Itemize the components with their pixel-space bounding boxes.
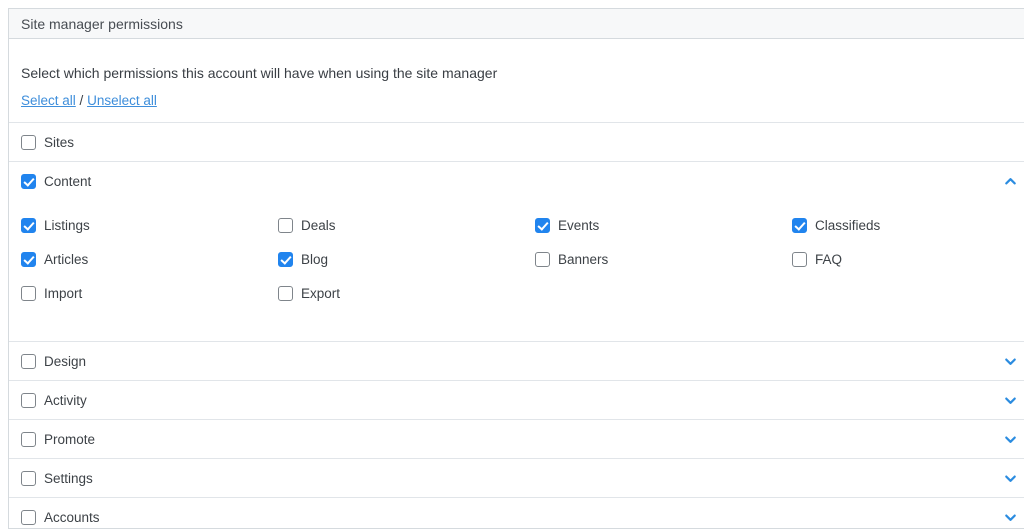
section-row-sites: Sites	[9, 123, 1024, 161]
promote-checkbox[interactable]: Promote	[21, 432, 95, 447]
banners-label: Banners	[558, 252, 608, 267]
section-row-promote: Promote	[9, 420, 1024, 458]
checkbox-icon	[21, 135, 36, 150]
content-permission-grid: Listings Deals Events Classifieds Articl…	[9, 200, 1024, 341]
import-label: Import	[44, 286, 82, 301]
accounts-checkbox[interactable]: Accounts	[21, 510, 100, 525]
section-row-settings: Settings	[9, 459, 1024, 497]
permissions-panel: Site manager permissions Select which pe…	[8, 8, 1024, 529]
listings-checkbox[interactable]: Listings	[21, 218, 278, 233]
section-row-accounts: Accounts	[9, 498, 1024, 529]
checkbox-icon	[21, 432, 36, 447]
chevron-down-icon[interactable]	[1002, 392, 1018, 408]
section-activity: Activity	[9, 380, 1024, 419]
faq-checkbox[interactable]: FAQ	[792, 252, 1024, 267]
blog-checkbox[interactable]: Blog	[278, 252, 535, 267]
deals-checkbox[interactable]: Deals	[278, 218, 535, 233]
checkbox-icon	[21, 471, 36, 486]
section-row-design: Design	[9, 342, 1024, 380]
blog-label: Blog	[301, 252, 328, 267]
design-checkbox[interactable]: Design	[21, 354, 86, 369]
events-label: Events	[558, 218, 599, 233]
classifieds-checkbox[interactable]: Classifieds	[792, 218, 1024, 233]
checkbox-icon	[792, 218, 807, 233]
export-checkbox[interactable]: Export	[278, 286, 535, 301]
section-accounts: Accounts	[9, 497, 1024, 529]
content-section-body: Listings Deals Events Classifieds Articl…	[9, 200, 1024, 341]
settings-checkbox[interactable]: Settings	[21, 471, 93, 486]
checkbox-icon	[21, 510, 36, 525]
chevron-down-icon[interactable]	[1002, 353, 1018, 369]
checkbox-icon	[278, 218, 293, 233]
chevron-down-icon[interactable]	[1002, 470, 1018, 486]
checkbox-icon	[21, 393, 36, 408]
content-label: Content	[44, 174, 91, 189]
settings-label: Settings	[44, 471, 93, 486]
section-design: Design	[9, 341, 1024, 380]
events-checkbox[interactable]: Events	[535, 218, 792, 233]
section-content: Content Listings Deals Events	[9, 161, 1024, 341]
deals-label: Deals	[301, 218, 336, 233]
chevron-down-icon[interactable]	[1002, 431, 1018, 447]
panel-title: Site manager permissions	[21, 16, 183, 32]
activity-checkbox[interactable]: Activity	[21, 393, 87, 408]
accounts-label: Accounts	[44, 510, 100, 525]
checkbox-icon	[535, 252, 550, 267]
checkbox-icon	[535, 218, 550, 233]
checkbox-icon	[792, 252, 807, 267]
select-all-link[interactable]: Select all	[21, 93, 76, 108]
banners-checkbox[interactable]: Banners	[535, 252, 792, 267]
checkbox-icon	[21, 354, 36, 369]
section-settings: Settings	[9, 458, 1024, 497]
section-row-activity: Activity	[9, 381, 1024, 419]
intro-block: Select which permissions this account wi…	[9, 39, 1024, 122]
import-checkbox[interactable]: Import	[21, 286, 278, 301]
articles-checkbox[interactable]: Articles	[21, 252, 278, 267]
faq-label: FAQ	[815, 252, 842, 267]
export-label: Export	[301, 286, 340, 301]
listings-label: Listings	[44, 218, 90, 233]
checkbox-icon	[278, 252, 293, 267]
classifieds-label: Classifieds	[815, 218, 880, 233]
promote-label: Promote	[44, 432, 95, 447]
articles-label: Articles	[44, 252, 88, 267]
section-row-content: Content	[9, 162, 1024, 200]
sites-checkbox[interactable]: Sites	[21, 135, 74, 150]
activity-label: Activity	[44, 393, 87, 408]
content-checkbox[interactable]: Content	[21, 174, 91, 189]
checkbox-icon	[21, 218, 36, 233]
page: { "panel": { "title": "Site manager perm…	[0, 0, 1024, 530]
panel-header: Site manager permissions	[9, 9, 1024, 39]
unselect-all-link[interactable]: Unselect all	[87, 93, 157, 108]
intro-text: Select which permissions this account wi…	[21, 64, 1019, 82]
section-sites: Sites	[9, 122, 1024, 161]
checkbox-icon	[21, 174, 36, 189]
chevron-up-icon[interactable]	[1002, 173, 1018, 189]
checkbox-icon	[21, 252, 36, 267]
checkbox-icon	[21, 286, 36, 301]
sites-label: Sites	[44, 135, 74, 150]
section-promote: Promote	[9, 419, 1024, 458]
bulk-select-links: Select all / Unselect all	[21, 93, 1019, 109]
chevron-down-icon[interactable]	[1002, 509, 1018, 525]
checkbox-icon	[278, 286, 293, 301]
design-label: Design	[44, 354, 86, 369]
